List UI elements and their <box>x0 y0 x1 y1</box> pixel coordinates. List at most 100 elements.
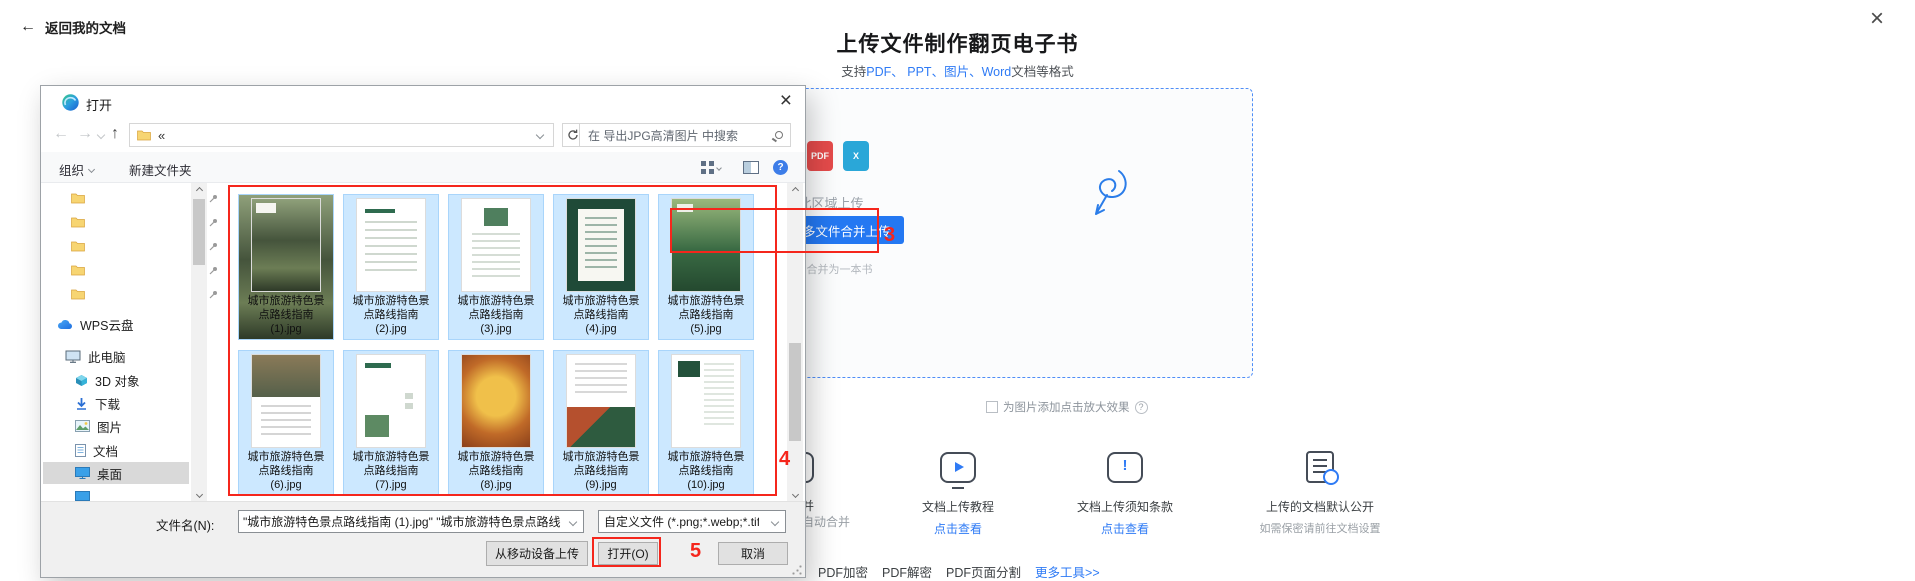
help-icon[interactable]: ? <box>773 160 788 175</box>
sidebar-pinned-folder[interactable] <box>71 283 217 305</box>
scrollbar-thumb[interactable] <box>789 343 801 441</box>
organize-chevron-icon <box>87 165 96 174</box>
nav-forward-icon[interactable]: → <box>77 125 93 143</box>
address-chevron-icon[interactable] <box>535 130 545 140</box>
file-name: 城市旅游特色景 点路线指南 (7).jpg <box>352 451 430 491</box>
picture-icon <box>75 420 90 432</box>
filename-input[interactable]: "城市旅游特色景点路线指南 (1).jpg" "城市旅游特色景点路线指 <box>238 510 584 533</box>
subtitle-prefix: 支持 <box>841 65 867 79</box>
pin-icon <box>209 218 217 226</box>
feature-tutorial: 文档上传教程 点击查看 <box>888 452 1028 537</box>
annotation-number-4: 4 <box>779 448 791 470</box>
tool-pdf-encrypt[interactable]: PDF加密 <box>818 562 868 581</box>
sidebar-label: 桌面 <box>97 467 123 482</box>
dialog-nav-bar: ← → ↑ « 在 导出JPG高清图片 中搜索 <box>41 118 805 152</box>
download-arrow-icon <box>77 397 86 410</box>
sidebar-item-pictures[interactable]: 图片 <box>75 415 122 437</box>
computer-icon <box>65 350 81 363</box>
view-grid-icon <box>701 161 714 174</box>
sidebar-item-clipped[interactable] <box>75 486 90 501</box>
sidebar-item-3d-objects[interactable]: 3D 对象 <box>75 369 139 391</box>
scroll-down-icon[interactable] <box>191 487 207 501</box>
page-subtitle: 支持PDF、 PPT、图片、Word文档等格式 <box>0 61 1915 80</box>
file-tile[interactable]: 城市旅游特色景 点路线指南 (10).jpg <box>658 350 754 496</box>
file-tile[interactable]: 城市旅游特色景 点路线指南 (8).jpg <box>448 350 544 496</box>
dialog-title: 打开 <box>86 98 113 113</box>
3d-cube-icon <box>76 374 87 386</box>
cloud-icon <box>57 320 73 330</box>
dialog-main-area: WPS云盘 此电脑 3D 对象 下载 图片 文档 桌面 城市旅游特色景 点路线指… <box>41 183 805 501</box>
file-name: 城市旅游特色景 点路线指南 (9).jpg <box>562 451 640 491</box>
tool-pdf-decrypt[interactable]: PDF解密 <box>882 562 932 581</box>
zoom-effect-checkbox[interactable] <box>986 401 998 413</box>
sidebar-item-desktop[interactable]: 桌面 <box>75 462 122 484</box>
file-tile[interactable]: 城市旅游特色景 点路线指南 (3).jpg <box>448 194 544 340</box>
scroll-up-icon[interactable] <box>191 183 207 197</box>
filetype-select[interactable]: 自定义文件 (*.png;*.webp;*.tif <box>598 510 786 533</box>
change-view-button[interactable] <box>701 161 722 174</box>
filename-dropdown-icon[interactable] <box>563 512 582 531</box>
file-tile[interactable]: 城市旅游特色景 点路线指南 (1).jpg <box>238 194 334 340</box>
preview-pane-button[interactable] <box>743 161 759 174</box>
annotation-number-3: 3 <box>884 224 896 246</box>
folder-icon <box>71 217 85 228</box>
scrollbar-thumb[interactable] <box>193 199 205 265</box>
sidebar-label: 下载 <box>95 397 121 412</box>
page-title: 上传文件制作翻页电子书 <box>836 33 1079 56</box>
sidebar-item-downloads[interactable]: 下载 <box>75 392 120 414</box>
scroll-down-icon[interactable] <box>787 487 803 501</box>
pdf-file-icon: PDF <box>807 141 833 171</box>
nav-back-icon[interactable]: ← <box>53 125 69 143</box>
folder-icon <box>71 241 85 252</box>
sidebar-item-documents[interactable]: 文档 <box>75 439 118 461</box>
privacy-label: 上传的文档默认公开 <box>1265 500 1374 514</box>
organize-menu[interactable]: 组织 <box>59 160 96 179</box>
file-thumbnail <box>671 198 741 292</box>
sidebar-pinned-folder[interactable] <box>71 235 217 257</box>
file-tile[interactable]: 城市旅游特色景 点路线指南 (4).jpg <box>553 194 649 340</box>
nav-up-icon[interactable]: ↑ <box>111 125 119 143</box>
dialog-close-icon[interactable]: × <box>780 89 792 113</box>
sidebar-item-wps-cloud[interactable]: WPS云盘 <box>57 313 133 335</box>
sidebar-scrollbar[interactable] <box>191 183 207 501</box>
file-thumbnail <box>356 354 426 448</box>
sidebar-item-this-pc[interactable]: 此电脑 <box>65 345 126 367</box>
mobile-upload-button[interactable]: 从移动设备上传 <box>486 541 588 566</box>
sidebar-pinned-folder[interactable] <box>71 187 217 209</box>
info-icon[interactable]: ? <box>1134 400 1148 414</box>
annotation-number-5: 5 <box>690 540 702 562</box>
file-tile[interactable]: 城市旅游特色景 点路线指南 (9).jpg <box>553 350 649 496</box>
zoom-effect-label: 为图片添加点击放大效果 <box>1003 402 1130 414</box>
sidebar-pinned-folder[interactable] <box>71 211 217 233</box>
file-tile[interactable]: 城市旅游特色景 点路线指南 (6).jpg <box>238 350 334 496</box>
file-name: 城市旅游特色景 点路线指南 (10).jpg <box>667 451 745 491</box>
file-tile[interactable]: 城市旅游特色景 点路线指南 (7).jpg <box>343 350 439 496</box>
tool-pdf-split[interactable]: PDF页面分割 <box>946 562 1021 581</box>
dialog-toolbar: 组织 新建文件夹 ? <box>41 152 805 183</box>
file-tile[interactable]: 城市旅游特色景 点路线指南 (5).jpg <box>658 194 754 340</box>
cancel-button[interactable]: 取消 <box>718 542 788 565</box>
file-name: 城市旅游特色景 点路线指南 (6).jpg <box>247 451 325 491</box>
sidebar-pinned-folder[interactable] <box>71 259 217 281</box>
tutorial-link[interactable]: 点击查看 <box>888 520 1028 537</box>
nav-history-chevron-icon[interactable] <box>96 130 106 140</box>
search-input[interactable]: 在 导出JPG高清图片 中搜索 <box>579 123 791 147</box>
view-chevron-icon <box>716 164 722 171</box>
subtitle-formats[interactable]: PDF、 PPT、图片、Word <box>866 65 1011 79</box>
resize-grip[interactable] <box>792 565 802 575</box>
file-thumbnail <box>566 354 636 448</box>
file-tile[interactable]: 城市旅游特色景 点路线指南 (2).jpg <box>343 194 439 340</box>
new-folder-button[interactable]: 新建文件夹 <box>129 160 192 179</box>
search-icon <box>775 131 783 139</box>
privacy-sub: 如需保密请前往文档设置 <box>1259 523 1381 535</box>
sidebar-label: 图片 <box>97 420 123 435</box>
scroll-up-icon[interactable] <box>787 183 803 197</box>
terms-link[interactable]: 点击查看 <box>1055 520 1195 537</box>
tool-more-link[interactable]: 更多工具>> <box>1035 562 1100 581</box>
file-thumbnail <box>251 354 321 448</box>
file-thumbnail <box>671 354 741 448</box>
open-button[interactable]: 打开(O) <box>598 542 658 565</box>
clipped-item-icon <box>75 491 90 501</box>
address-bar[interactable]: « <box>129 123 554 147</box>
filetype-dropdown-icon[interactable] <box>765 512 784 531</box>
